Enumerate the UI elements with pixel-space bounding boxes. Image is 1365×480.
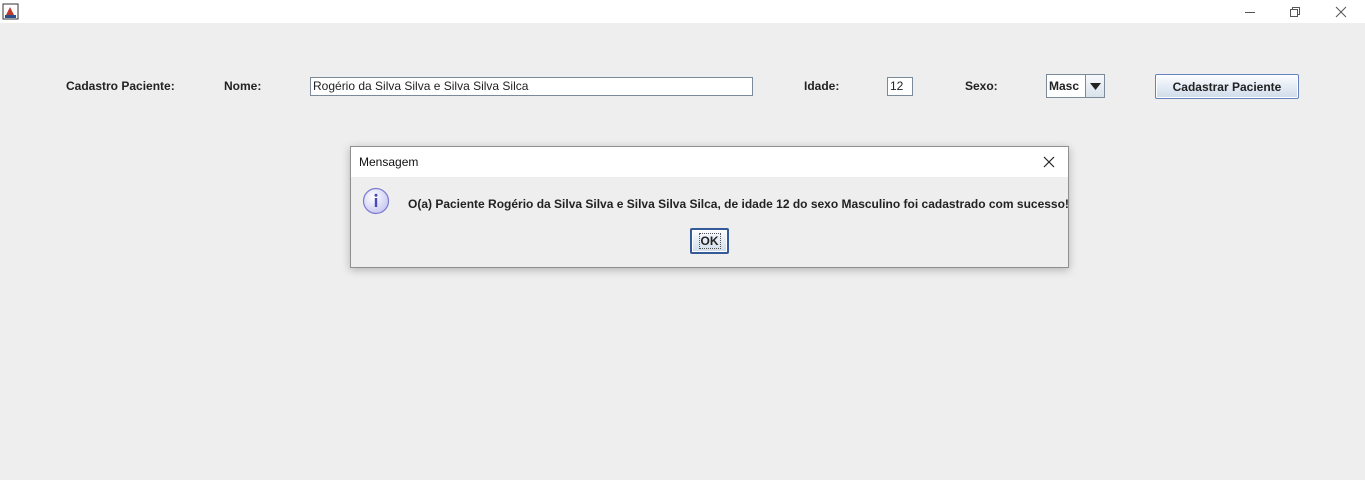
chevron-down-icon	[1089, 82, 1101, 90]
dialog-message: O(a) Paciente Rogério da Silva Silva e S…	[408, 197, 1069, 211]
message-dialog: Mensagem O(a) Paciente Rogério da Silva …	[350, 146, 1069, 268]
close-icon	[1335, 6, 1347, 17]
age-input[interactable]: 12	[887, 77, 913, 96]
dialog-titlebar: Mensagem	[351, 147, 1068, 177]
close-window-button[interactable]	[1318, 0, 1364, 23]
dialog-title: Mensagem	[359, 155, 419, 169]
age-label: Idade:	[804, 79, 840, 93]
sex-select[interactable]: Masc	[1046, 74, 1105, 98]
info-icon	[362, 187, 390, 215]
window-titlebar	[0, 0, 1365, 23]
close-icon	[1043, 156, 1055, 168]
ok-button-label: OK	[698, 233, 721, 249]
minimize-button[interactable]	[1227, 0, 1273, 23]
sex-select-value: Masc	[1049, 79, 1080, 93]
restore-icon	[1290, 6, 1300, 17]
name-label: Nome:	[224, 79, 262, 93]
name-input[interactable]: Rogério da Silva Silva e Silva Silva Sil…	[310, 77, 753, 96]
register-patient-button[interactable]: Cadastrar Paciente	[1155, 74, 1299, 99]
section-label: Cadastro Paciente:	[66, 79, 175, 93]
minimize-icon	[1245, 11, 1255, 13]
dialog-close-button[interactable]	[1037, 152, 1061, 172]
ok-button[interactable]: OK	[690, 228, 729, 254]
restore-button[interactable]	[1272, 0, 1318, 23]
sex-label: Sexo:	[965, 79, 998, 93]
sex-select-arrow[interactable]	[1085, 75, 1104, 97]
java-app-icon	[2, 3, 19, 20]
